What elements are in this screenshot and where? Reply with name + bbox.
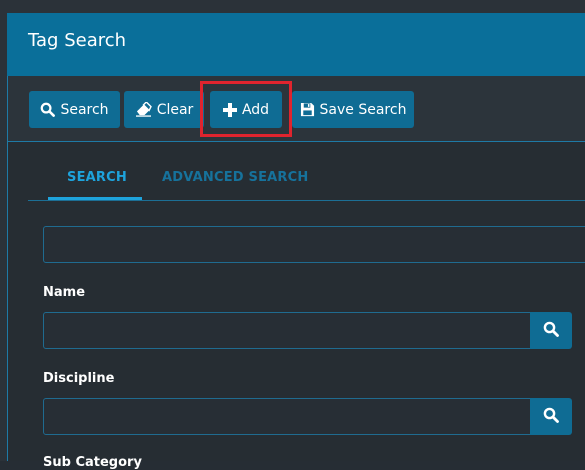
tab-search[interactable]: SEARCH: [67, 170, 127, 185]
search-icon: [543, 407, 559, 427]
search-icon: [543, 321, 559, 341]
save-search-button-label: Save Search: [319, 101, 407, 118]
add-button-highlight: [200, 81, 292, 137]
discipline-field[interactable]: [43, 398, 533, 435]
name-field[interactable]: [43, 312, 533, 349]
floppy-disk-icon: [300, 102, 315, 117]
panel-title: Tag Search: [28, 30, 127, 51]
tab-divider: [28, 200, 585, 201]
save-search-button[interactable]: Save Search: [292, 91, 414, 128]
tab-advanced-search[interactable]: ADVANCED SEARCH: [162, 170, 308, 185]
search-icon: [40, 102, 56, 117]
general-search-input[interactable]: [43, 226, 585, 263]
discipline-field-label: Discipline: [43, 371, 115, 386]
eraser-icon: [135, 102, 152, 117]
name-field-label: Name: [43, 285, 86, 300]
discipline-search-button[interactable]: [530, 398, 572, 435]
search-button-label: Search: [60, 101, 109, 118]
search-button[interactable]: Search: [29, 91, 120, 128]
clear-button-label: Clear: [156, 101, 194, 118]
sub-category-field-label: Sub Category: [43, 455, 142, 470]
clear-button[interactable]: Clear: [124, 91, 204, 128]
name-search-button[interactable]: [530, 312, 572, 349]
